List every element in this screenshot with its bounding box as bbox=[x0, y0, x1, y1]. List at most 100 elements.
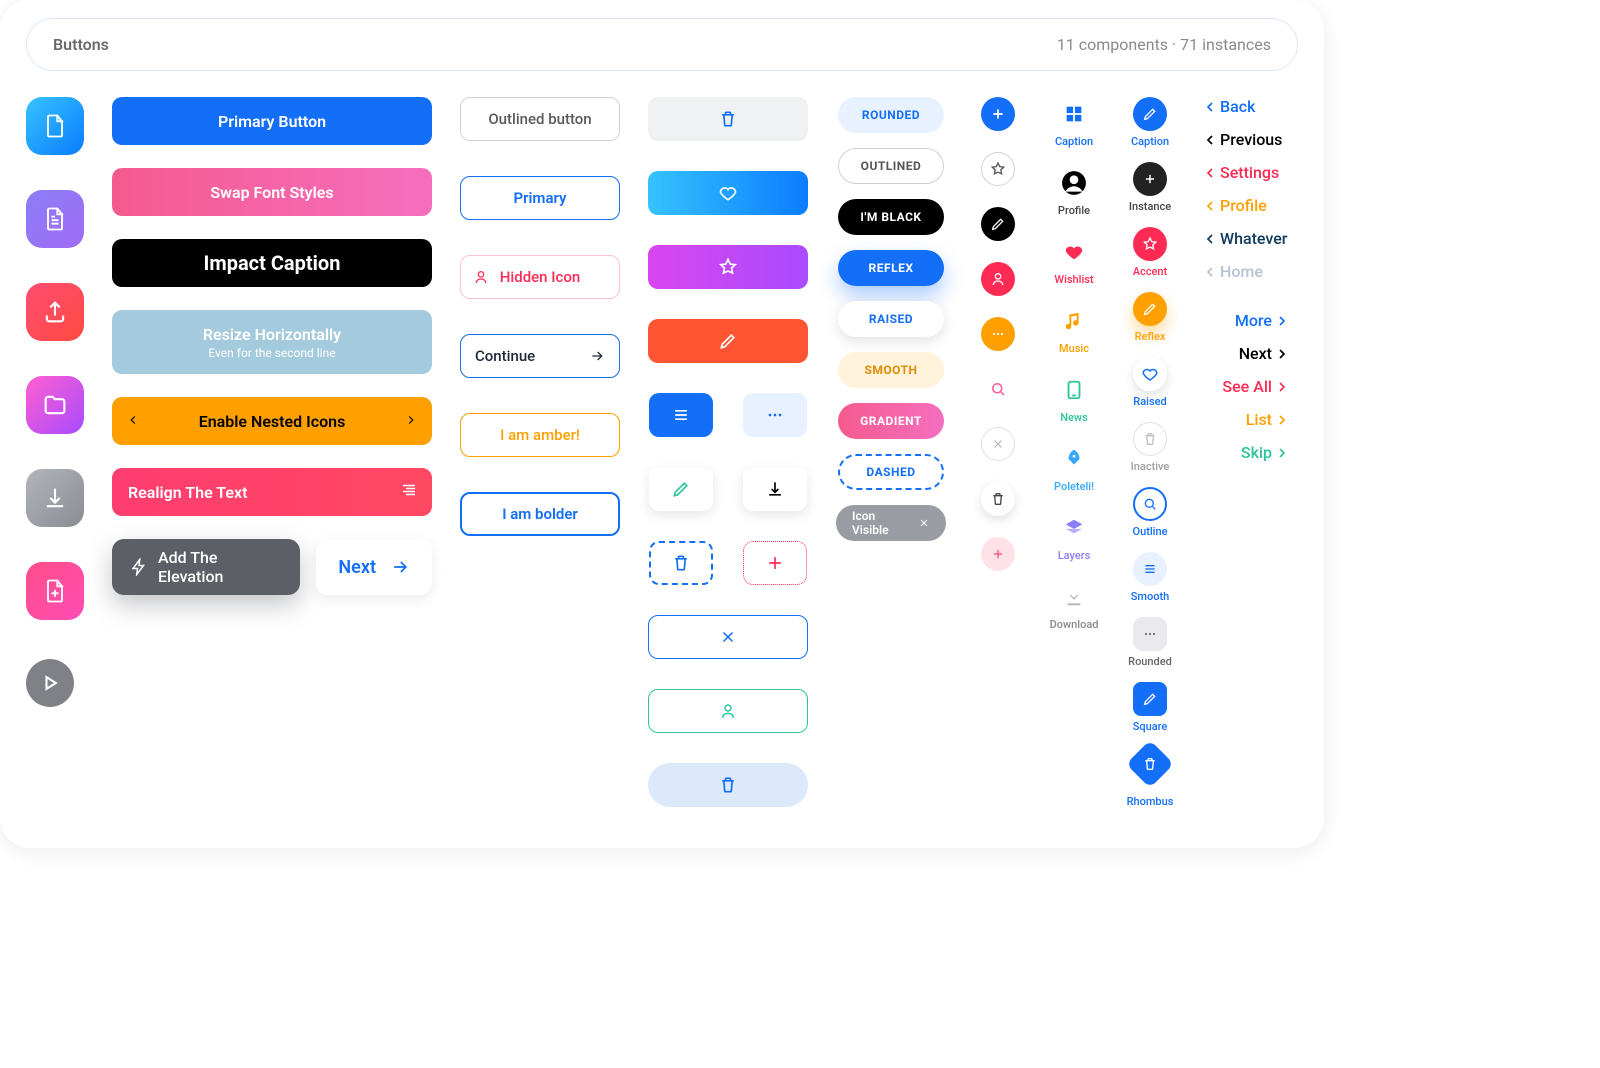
chevron-right-icon bbox=[1274, 346, 1290, 362]
header-subtitle: 11 components · 71 instances bbox=[1057, 35, 1271, 54]
heart-button-gradient[interactable] bbox=[648, 171, 808, 215]
app-icon-document[interactable] bbox=[26, 190, 84, 248]
caption: Caption bbox=[1055, 135, 1093, 148]
trash-dashed-button[interactable] bbox=[649, 541, 713, 585]
nested-icons-button[interactable]: Enable Nested Icons bbox=[112, 397, 432, 445]
outlined-hidden-icon-button[interactable]: Hidden Icon bbox=[460, 255, 620, 299]
header: Buttons 11 components · 71 instances bbox=[26, 18, 1298, 71]
dots-icon bbox=[1142, 626, 1158, 642]
link-next[interactable]: Next bbox=[1239, 344, 1290, 363]
link-seeall[interactable]: See All bbox=[1222, 377, 1290, 396]
download-icon bbox=[765, 479, 785, 499]
star-button-gradient[interactable] bbox=[648, 245, 808, 289]
circle-more-orange[interactable] bbox=[981, 317, 1015, 351]
link-home[interactable]: Home bbox=[1202, 262, 1263, 281]
circle-plus-pink[interactable] bbox=[981, 537, 1015, 571]
circle-close-disabled[interactable] bbox=[981, 427, 1015, 461]
chip-black[interactable]: I'M BLACK bbox=[838, 199, 944, 235]
trash-button-grey[interactable] bbox=[648, 97, 808, 141]
link-previous[interactable]: Previous bbox=[1202, 130, 1282, 149]
chevron-right-icon bbox=[1274, 379, 1290, 395]
chip-smooth[interactable]: SMOOTH bbox=[838, 352, 944, 388]
swap-font-button[interactable]: Swap Font Styles bbox=[112, 168, 432, 216]
realign-button[interactable]: Realign The Text bbox=[112, 468, 432, 516]
icon-music[interactable] bbox=[1057, 304, 1091, 338]
download-raised-button[interactable] bbox=[743, 467, 807, 511]
app-icon-download[interactable] bbox=[26, 469, 84, 527]
circle3-smooth[interactable] bbox=[1133, 552, 1167, 586]
pencil-button-red[interactable] bbox=[648, 319, 808, 363]
circle3-reflex[interactable] bbox=[1133, 292, 1167, 326]
circle3-caption[interactable] bbox=[1133, 97, 1167, 131]
add-elevation-button[interactable]: Add The Elevation bbox=[112, 539, 300, 595]
app-icon-folder[interactable] bbox=[26, 376, 84, 434]
menu-button-blue[interactable] bbox=[649, 393, 713, 437]
circle3-instance[interactable] bbox=[1133, 162, 1167, 196]
icon-download-grey[interactable] bbox=[1057, 580, 1091, 614]
app-icon-file[interactable] bbox=[26, 97, 84, 155]
primary-button[interactable]: Primary Button bbox=[112, 97, 432, 145]
circle3-square[interactable] bbox=[1133, 682, 1167, 716]
link-list[interactable]: List bbox=[1246, 410, 1290, 429]
resize-button[interactable]: Resize Horizontally Even for the second … bbox=[112, 310, 432, 374]
circle-pencil-black[interactable] bbox=[981, 207, 1015, 241]
outlined-primary-button[interactable]: Primary bbox=[460, 176, 620, 220]
search-icon bbox=[1142, 496, 1158, 512]
circle-user-red[interactable] bbox=[981, 262, 1015, 296]
close-outlined-button[interactable] bbox=[648, 615, 808, 659]
app-icon-add-file[interactable] bbox=[26, 562, 84, 620]
next-raised-button[interactable]: Next bbox=[316, 539, 432, 595]
icon-layers[interactable] bbox=[1057, 511, 1091, 545]
circle-plus-blue[interactable] bbox=[981, 97, 1015, 131]
impact-caption-button[interactable]: Impact Caption bbox=[112, 239, 432, 287]
pencil-raised-button[interactable] bbox=[649, 467, 713, 511]
user-outlined-button[interactable] bbox=[648, 689, 808, 733]
more-button-lightblue[interactable] bbox=[743, 393, 807, 437]
link-more[interactable]: More bbox=[1235, 311, 1290, 330]
plus-icon bbox=[991, 547, 1005, 561]
chip-outlined[interactable]: OUTLINED bbox=[838, 148, 944, 184]
app-icon-upload[interactable] bbox=[26, 283, 84, 341]
circle-search-flat[interactable] bbox=[981, 372, 1015, 406]
chip-rounded[interactable]: ROUNDED bbox=[838, 97, 944, 133]
app-icon-play[interactable] bbox=[26, 659, 74, 707]
chip-reflex[interactable]: REFLEX bbox=[838, 250, 944, 286]
circle3-rhombus[interactable] bbox=[1126, 740, 1174, 788]
circle-star-outline[interactable] bbox=[981, 152, 1015, 186]
trash-pill-button[interactable] bbox=[648, 763, 808, 807]
link-profile[interactable]: Profile bbox=[1202, 196, 1267, 215]
link-skip[interactable]: Skip bbox=[1241, 443, 1290, 462]
next-links: More Next See All List Skip bbox=[1202, 311, 1290, 462]
caption: Layers bbox=[1058, 549, 1091, 562]
next-label: Next bbox=[338, 557, 376, 578]
pencil-icon bbox=[1142, 301, 1158, 317]
icon-grid-caption[interactable] bbox=[1057, 97, 1091, 131]
chip-icon-visible[interactable]: Icon Visible bbox=[836, 505, 946, 541]
chip-dashed[interactable]: DASHED bbox=[838, 454, 944, 490]
arrow-right-icon bbox=[589, 348, 605, 364]
circle3-accent[interactable] bbox=[1133, 227, 1167, 261]
icon-wishlist[interactable] bbox=[1057, 235, 1091, 269]
link-settings[interactable]: Settings bbox=[1202, 163, 1279, 182]
circle-trash-raised[interactable] bbox=[981, 482, 1015, 516]
outlined-continue-button[interactable]: Continue bbox=[460, 334, 620, 378]
pencil-icon bbox=[1142, 106, 1158, 122]
trash-icon bbox=[718, 775, 738, 795]
link-back[interactable]: Back bbox=[1202, 97, 1255, 116]
outlined-bolder-button[interactable]: I am bolder bbox=[460, 492, 620, 536]
icon-news[interactable] bbox=[1057, 373, 1091, 407]
plus-dotted-button[interactable] bbox=[743, 541, 807, 585]
circle3-inactive[interactable] bbox=[1133, 422, 1167, 456]
chevron-right-icon bbox=[404, 412, 418, 431]
circle3-raised[interactable] bbox=[1133, 357, 1167, 391]
circle3-outline[interactable] bbox=[1133, 487, 1167, 521]
circle3-rounded[interactable] bbox=[1133, 617, 1167, 651]
chip-raised[interactable]: RAISED bbox=[838, 301, 944, 337]
icon-rocket[interactable] bbox=[1057, 442, 1091, 476]
outlined-button-default[interactable]: Outlined button bbox=[460, 97, 620, 141]
icon-profile[interactable] bbox=[1057, 166, 1091, 200]
outlined-amber-button[interactable]: I am amber! bbox=[460, 413, 620, 457]
link-whatever[interactable]: Whatever bbox=[1202, 229, 1287, 248]
resize-label: Resize Horizontally bbox=[203, 325, 341, 344]
chip-gradient[interactable]: GRADIENT bbox=[838, 403, 944, 439]
